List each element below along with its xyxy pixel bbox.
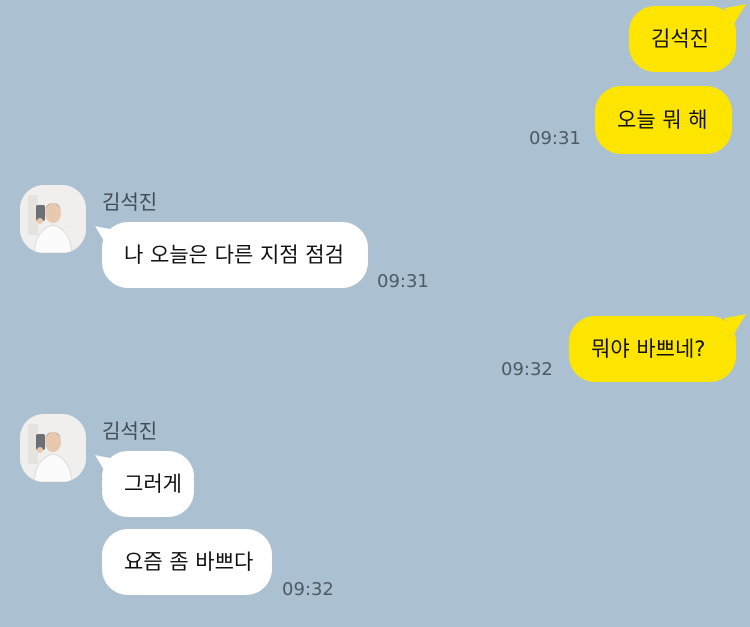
bubble-tail: [724, 314, 746, 334]
my-message-bubble[interactable]: 오늘 뭐 해: [595, 86, 732, 154]
message-text: 나 오늘은 다른 지점 점검: [124, 243, 344, 267]
message-time: 09:32: [282, 579, 334, 600]
avatar[interactable]: [20, 185, 86, 253]
my-message-bubble[interactable]: 김석진: [629, 6, 736, 72]
profile-photo-icon: [20, 185, 86, 253]
message-text: 요즘 좀 바쁘다: [124, 550, 254, 574]
other-message-bubble[interactable]: 그러게: [102, 451, 194, 517]
sender-name: 김석진: [102, 190, 158, 214]
my-message-bubble[interactable]: 뭐야 바쁘네?: [569, 316, 736, 382]
message-time: 09:31: [529, 128, 581, 149]
message-time: 09:31: [377, 271, 429, 292]
message-text: 김석진: [651, 27, 709, 51]
other-message-bubble[interactable]: 요즘 좀 바쁘다: [102, 529, 272, 595]
avatar[interactable]: [20, 414, 86, 482]
profile-photo-icon: [20, 414, 86, 482]
message-text: 오늘 뭐 해: [617, 108, 708, 132]
bubble-tail: [724, 4, 746, 24]
message-text: 그러게: [124, 472, 182, 496]
message-text: 뭐야 바쁘네?: [591, 337, 706, 361]
sender-name: 김석진: [102, 419, 158, 443]
other-message-bubble[interactable]: 나 오늘은 다른 지점 점검: [102, 222, 368, 288]
message-time: 09:32: [501, 359, 553, 380]
